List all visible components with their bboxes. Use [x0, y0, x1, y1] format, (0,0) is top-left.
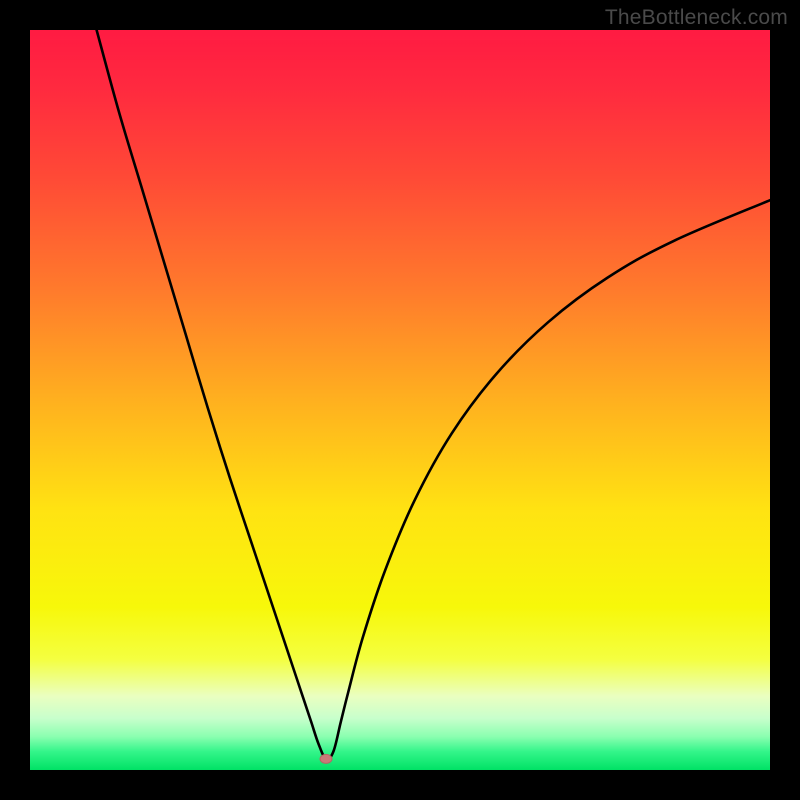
gradient-background — [30, 30, 770, 770]
bottleneck-chart — [30, 30, 770, 770]
minimum-marker — [320, 754, 332, 763]
chart-frame — [30, 30, 770, 770]
watermark-text: TheBottleneck.com — [605, 6, 788, 30]
